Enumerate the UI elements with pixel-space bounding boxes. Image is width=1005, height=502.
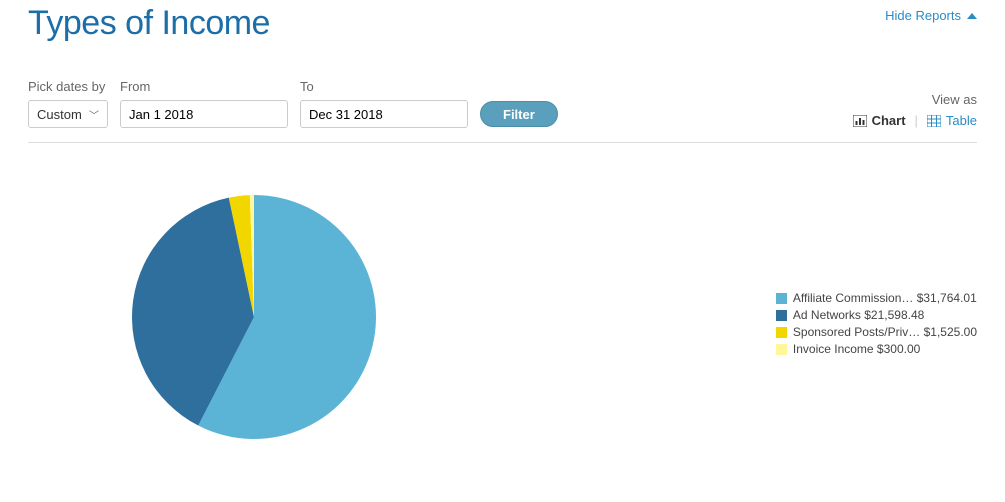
filter-bar: Pick dates by Custom ﹀ From To Filter Vi… — [28, 79, 977, 143]
pie-chart — [130, 193, 378, 441]
legend-swatch — [776, 327, 787, 338]
legend-label: Invoice Income $300.00 — [793, 342, 920, 356]
legend-item[interactable]: Invoice Income $300.00 — [776, 342, 977, 356]
pick-dates-value: Custom — [37, 107, 82, 122]
legend-swatch — [776, 310, 787, 321]
legend-item[interactable]: Sponsored Posts/Priv… $1,525.00 — [776, 325, 977, 339]
hide-reports-toggle[interactable]: Hide Reports — [885, 8, 977, 23]
table-icon — [927, 115, 941, 127]
viewas-chart-label: Chart — [872, 113, 906, 128]
page-title: Types of Income — [28, 4, 270, 43]
filter-button[interactable]: Filter — [480, 101, 558, 127]
legend-item[interactable]: Ad Networks $21,598.48 — [776, 308, 977, 322]
viewas-label: View as — [932, 92, 977, 107]
viewas-table-label: Table — [946, 113, 977, 128]
chevron-down-icon: ﹀ — [89, 107, 99, 122]
caret-up-icon — [967, 13, 977, 19]
legend-label: Ad Networks $21,598.48 — [793, 308, 924, 322]
pick-dates-select[interactable]: Custom ﹀ — [28, 100, 108, 128]
viewas-separator: | — [915, 113, 918, 128]
legend-swatch — [776, 344, 787, 355]
from-label: From — [120, 79, 288, 94]
legend-swatch — [776, 293, 787, 304]
legend-item[interactable]: Affiliate Commission… $31,764.01 — [776, 291, 977, 305]
to-date-input[interactable] — [300, 100, 468, 128]
chart-legend: Affiliate Commission… $31,764.01 Ad Netwo… — [776, 291, 977, 359]
to-label: To — [300, 79, 468, 94]
pick-dates-label: Pick dates by — [28, 79, 108, 94]
from-date-input[interactable] — [120, 100, 288, 128]
hide-reports-label: Hide Reports — [885, 8, 961, 23]
viewas-chart[interactable]: Chart — [853, 113, 906, 128]
legend-label: Sponsored Posts/Priv… $1,525.00 — [793, 325, 977, 339]
viewas-table[interactable]: Table — [927, 113, 977, 128]
legend-label: Affiliate Commission… $31,764.01 — [793, 291, 977, 305]
chart-icon — [853, 115, 867, 127]
